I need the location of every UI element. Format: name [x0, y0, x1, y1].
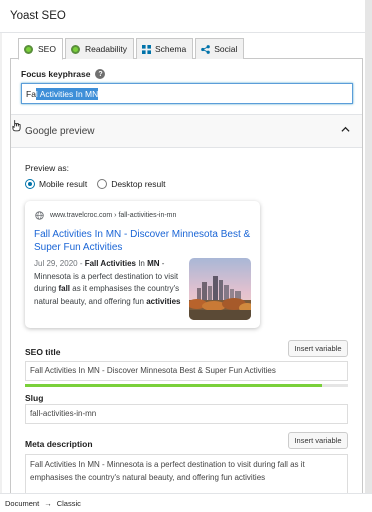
- breadcrumb-arrow-icon: →: [44, 498, 52, 508]
- breadcrumb-document[interactable]: Document: [5, 499, 39, 508]
- left-edge: [0, 33, 2, 493]
- tab-readability[interactable]: Readability: [64, 38, 135, 59]
- globe-icon: [35, 211, 44, 220]
- hand-cursor-icon: [12, 120, 21, 132]
- meta-description-input[interactable]: Fall Activities In MN - Minnesota is a p…: [25, 454, 348, 494]
- serp-description-text: In: [135, 259, 148, 268]
- tab-social-label: Social: [214, 44, 238, 54]
- tab-seo-label: SEO: [38, 44, 56, 54]
- serp-url: www.travelcroc.com › fall-activities-in-…: [50, 212, 177, 219]
- chevron-up-icon: [341, 126, 350, 132]
- divider: [11, 147, 362, 148]
- focus-keyphrase-label-text: Focus keyphrase: [21, 69, 91, 79]
- tab-seo[interactable]: SEO: [18, 38, 63, 60]
- serp-title[interactable]: Fall Activities In MN - Discover Minneso…: [34, 228, 254, 254]
- metabox-tabs: SEO Readability Schema Social: [18, 38, 245, 60]
- seo-title-progress-fill: [25, 384, 323, 387]
- desktop-result-radio[interactable]: [97, 179, 108, 189]
- mobile-result-radio[interactable]: [25, 179, 35, 189]
- seo-title-input[interactable]: Fall Activities In MN - Discover Minneso…: [25, 361, 348, 381]
- preview-as-label: Preview as:: [25, 163, 69, 173]
- google-preview-heading: Google preview: [25, 125, 95, 137]
- serp-keyword-highlight: MN: [147, 259, 160, 268]
- serp-keyword-highlight: fall: [58, 284, 71, 293]
- slug-input[interactable]: fall-activities-in-mn: [25, 404, 348, 424]
- desktop-result-label: Desktop result: [111, 179, 166, 189]
- serp-preview-card[interactable]: www.travelcroc.com › fall-activities-in-…: [25, 201, 260, 328]
- tab-readability-label: Readability: [84, 44, 128, 54]
- meta-description-insert-variable-button[interactable]: Insert variable: [288, 432, 348, 449]
- tab-social[interactable]: Social: [195, 38, 245, 59]
- focus-keyphrase-label: Focus keyphrase ?: [21, 69, 106, 79]
- serp-thumbnail: [189, 258, 251, 320]
- breadcrumb: Document → Classic: [0, 493, 372, 512]
- help-icon[interactable]: ?: [95, 69, 106, 79]
- focus-keyphrase-value-prefix: Fa: [26, 88, 36, 99]
- google-preview-toggle[interactable]: Google preview: [11, 115, 362, 147]
- readability-score-dot-icon: [70, 44, 80, 54]
- seo-title-insert-variable-button[interactable]: Insert variable: [288, 340, 348, 357]
- panel-title: Yoast SEO: [10, 10, 66, 22]
- serp-url-row: www.travelcroc.com › fall-activities-in-…: [35, 211, 176, 220]
- meta-description-label: Meta description: [25, 439, 93, 449]
- seo-title-length-progress: [25, 384, 348, 387]
- focus-keyphrase-value-selected: l Activities In MN: [35, 87, 99, 100]
- seo-score-dot-icon: [24, 44, 33, 54]
- panel-header[interactable]: Yoast SEO: [0, 0, 365, 33]
- breadcrumb-classic[interactable]: Classic: [57, 499, 81, 508]
- share-icon: [201, 44, 211, 54]
- focus-keyphrase-input[interactable]: Fa l Activities In MN: [21, 83, 353, 104]
- mobile-result-option[interactable]: Mobile result: [25, 179, 87, 189]
- schema-grid-icon: [142, 44, 152, 54]
- desktop-result-option[interactable]: Desktop result: [97, 179, 166, 189]
- serp-date: Jul 29, 2020 -: [34, 259, 85, 268]
- serp-description: Jul 29, 2020 - Fall Activities In MN - M…: [34, 258, 182, 308]
- tab-schema[interactable]: Schema: [136, 38, 194, 59]
- tab-schema-label: Schema: [155, 44, 187, 54]
- preview-mode-radios: Mobile result Desktop result: [25, 179, 176, 189]
- seo-title-label: SEO title: [25, 347, 61, 357]
- mobile-result-label: Mobile result: [39, 179, 88, 189]
- serp-keyword-highlight: Fall Activities: [84, 259, 136, 268]
- slug-label: Slug: [25, 393, 44, 403]
- serp-keyword-highlight: activities: [146, 296, 181, 306]
- panel-scroll-edge: [365, 0, 372, 512]
